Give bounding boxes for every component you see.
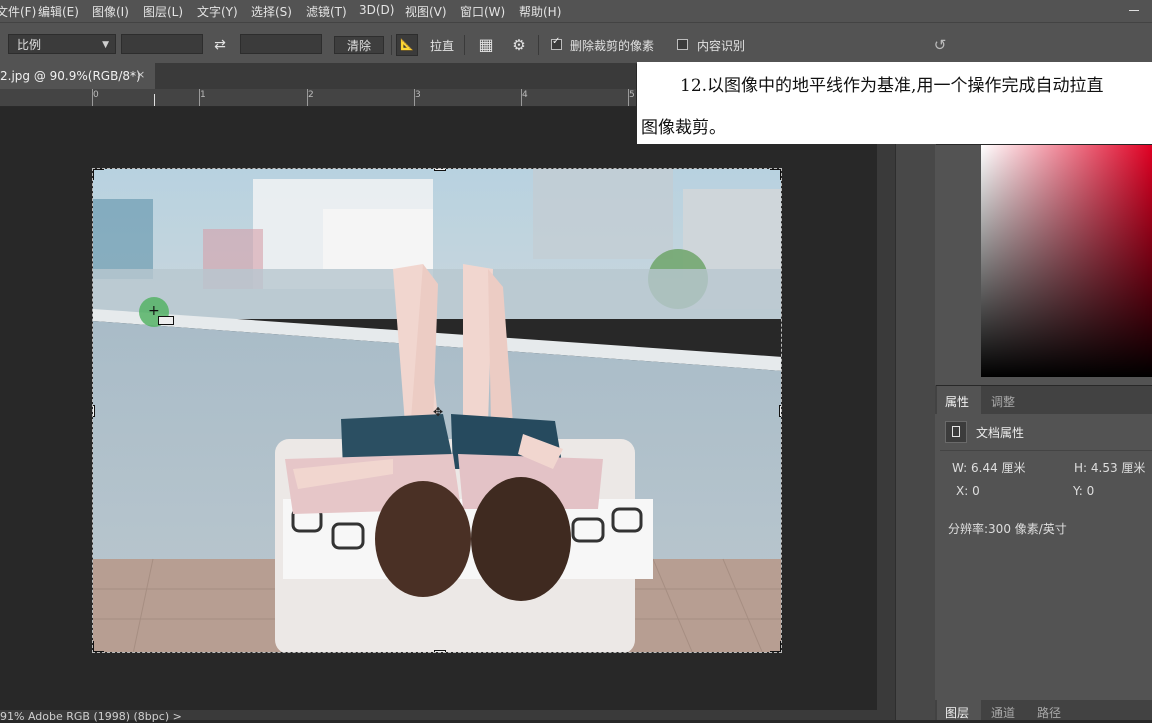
ruler-number: 3 (415, 90, 421, 100)
crop-handle-top[interactable] (434, 169, 446, 171)
crop-handle-right[interactable] (779, 405, 781, 417)
tab-layers[interactable]: 图层 (945, 704, 969, 721)
straighten-cursor-icon (158, 316, 174, 325)
instruction-line-2: 图像裁剪。 (641, 118, 726, 138)
ratio-select-value: 比例 (17, 38, 42, 52)
menu-type[interactable]: 文字(Y) (197, 3, 238, 20)
crop-center-icon: ✥ (433, 405, 444, 419)
content-aware-label: 内容识别 (697, 39, 746, 53)
height-value[interactable]: H: 4.53 厘米 (1074, 459, 1145, 476)
status-text: 91% Adobe RGB (1998) (8bpc) > (0, 710, 182, 723)
ruler-tick (521, 89, 522, 106)
document-tab-label: 2.jpg @ 90.9%(RGB/8*) (0, 69, 141, 83)
minimize-icon[interactable] (1124, 4, 1144, 16)
straighten-label[interactable]: 拉直 (430, 37, 454, 54)
crop-handle-bottom-left[interactable] (93, 641, 104, 652)
vertical-scrollbar[interactable] (877, 89, 895, 720)
resolution-value: 分辨率:300 像素/英寸 (948, 522, 1067, 536)
tab-channels[interactable]: 通道 (991, 704, 1015, 721)
straighten-icon[interactable]: 📐 (396, 34, 418, 56)
swap-icon[interactable]: ⇄ (210, 35, 230, 55)
ratio-height-input[interactable] (240, 34, 322, 54)
menu-filter[interactable]: 滤镜(T) (306, 3, 347, 20)
menu-bar: 文件(F) 编辑(E) 图像(I) 图层(L) 文字(Y) 选择(S) 滤镜(T… (0, 0, 1152, 22)
tab-paths[interactable]: 路径 (1037, 704, 1061, 721)
color-picker-field[interactable] (981, 145, 1152, 377)
menu-image[interactable]: 图像(I) (92, 3, 129, 20)
instruction-line-1: 12.以图像中的地平线作为基准,用一个操作完成自动拉直 (680, 76, 1104, 96)
width-value[interactable]: W: 6.44 厘米 (952, 459, 1026, 476)
clear-button[interactable]: 清除 (334, 36, 384, 54)
ratio-width-input[interactable] (121, 34, 203, 54)
document-properties-title: 文档属性 (976, 426, 1025, 440)
ruler-tick (414, 89, 415, 106)
menu-view[interactable]: 视图(V) (405, 3, 447, 20)
options-bar: 比例 ▼ ⇄ 清除 📐 拉直 ▦ ⚙ 删除裁剪的像素 内容识别 ↺ (0, 22, 1152, 64)
properties-panel (935, 386, 1152, 701)
ruler-tick (628, 89, 629, 106)
ruler-cursor-marker (154, 94, 155, 106)
x-value[interactable]: X: 0 (956, 484, 980, 498)
canvas-image[interactable]: ✥ (92, 168, 782, 653)
horizontal-ruler: 0 1 2 3 4 5 (0, 89, 636, 107)
reset-icon[interactable]: ↺ (930, 35, 950, 55)
grid-overlay-icon[interactable]: ▦ (476, 35, 496, 55)
crop-handle-top-right[interactable] (770, 169, 781, 180)
delete-cropped-checkbox[interactable] (551, 36, 562, 50)
instruction-overlay: 12.以图像中的地平线作为基准,用一个操作完成自动拉直 图像裁剪。 (637, 62, 1152, 144)
gear-icon[interactable]: ⚙ (509, 35, 529, 55)
menu-3d[interactable]: 3D(D) (359, 3, 394, 17)
collapsed-panel-dock (895, 89, 936, 720)
separator (538, 35, 539, 55)
content-aware-checkbox[interactable] (677, 39, 688, 50)
tab-adjustments[interactable]: 调整 (991, 393, 1015, 410)
ruler-tick (92, 89, 93, 106)
menu-edit[interactable]: 编辑(E) (38, 3, 79, 20)
menu-file[interactable]: 文件(F) (0, 3, 36, 20)
crop-handle-bottom-right[interactable] (770, 641, 781, 652)
document-icon (945, 421, 967, 443)
close-icon[interactable]: × (136, 68, 145, 81)
menu-layer[interactable]: 图层(L) (143, 3, 183, 20)
ruler-number: 0 (93, 90, 99, 100)
ratio-select[interactable]: 比例 ▼ (8, 34, 116, 54)
ruler-number: 4 (522, 90, 528, 100)
crop-handle-top-left[interactable] (93, 169, 104, 180)
chevron-down-icon: ▼ (102, 40, 109, 50)
ruler-tick (307, 89, 308, 106)
menu-select[interactable]: 选择(S) (251, 3, 292, 20)
ruler-number: 5 (629, 90, 635, 100)
separator (464, 35, 465, 55)
ruler-tick (199, 89, 200, 106)
separator (391, 35, 392, 55)
delete-cropped-label: 删除裁剪的像素 (570, 39, 655, 53)
menu-help[interactable]: 帮助(H) (519, 3, 561, 20)
y-value[interactable]: Y: 0 (1073, 484, 1094, 498)
menu-window[interactable]: 窗口(W) (460, 3, 505, 20)
crop-handle-left[interactable] (93, 405, 95, 417)
ruler-number: 1 (200, 90, 206, 100)
divider (940, 450, 1152, 451)
crop-handle-bottom[interactable] (434, 650, 446, 652)
ruler-number: 2 (308, 90, 314, 100)
tab-properties[interactable]: 属性 (945, 393, 969, 410)
